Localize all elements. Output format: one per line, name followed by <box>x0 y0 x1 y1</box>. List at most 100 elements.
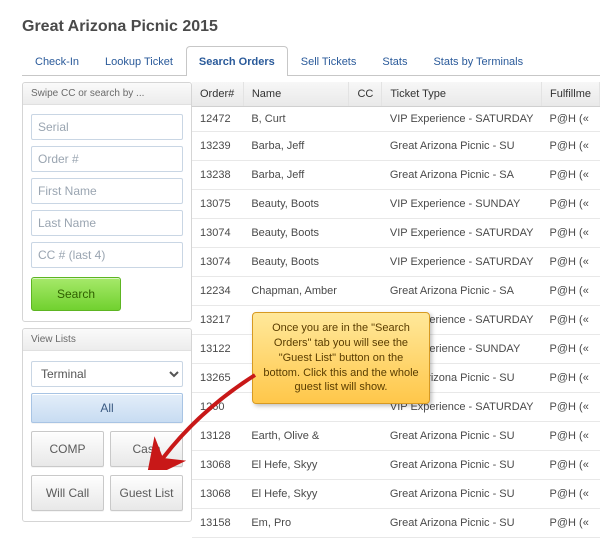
cell-order: 13122 <box>192 335 243 364</box>
cell-fulfill: P@H (« <box>542 422 600 451</box>
cell-order: 13265 <box>192 364 243 393</box>
table-row[interactable]: 12234Chapman, Amber Great Arizona Picnic … <box>192 277 600 306</box>
filter-all-button[interactable]: All <box>31 393 183 423</box>
tab-stats[interactable]: Stats <box>369 46 420 76</box>
cell-order: 12472 <box>192 107 243 132</box>
tab-sell-tickets[interactable]: Sell Tickets <box>288 46 370 76</box>
cell-ticket: Great Arizona Picnic - SU <box>382 451 542 480</box>
cell-name: Beauty, Boots <box>243 219 349 248</box>
cell-cc <box>349 277 382 306</box>
cell-order: 13158 <box>192 509 243 538</box>
cell-cc <box>349 480 382 509</box>
cell-fulfill: P@H (« <box>542 190 600 219</box>
tab-search-orders[interactable]: Search Orders <box>186 46 288 76</box>
cell-order: 13217 <box>192 306 243 335</box>
cell-fulfill: P@H (« <box>542 306 600 335</box>
cell-ticket: Great Arizona Picnic - SU <box>382 509 542 538</box>
tab-stats-by-terminals[interactable]: Stats by Terminals <box>420 46 536 76</box>
column-header-ticket-type[interactable]: Ticket Type <box>382 82 542 107</box>
cc-last4-input[interactable] <box>31 242 183 268</box>
cell-name: Beauty, Boots <box>243 248 349 277</box>
table-row[interactable]: 13238Barba, Jeff Great Arizona Picnic - S… <box>192 161 600 190</box>
page-title: Great Arizona Picnic 2015 <box>22 18 600 36</box>
cell-cc <box>349 451 382 480</box>
cell-fulfill: P@H (« <box>542 161 600 190</box>
view-lists-panel: View Lists Terminal All COMP Cash Will C… <box>22 328 192 522</box>
cell-order: 13074 <box>192 219 243 248</box>
cell-fulfill: P@H (« <box>542 219 600 248</box>
cell-order: 1260 <box>192 393 243 422</box>
cell-fulfill: P@H (« <box>542 393 600 422</box>
table-row[interactable]: 13075Beauty, Boots VIP Experience - SUNDA… <box>192 190 600 219</box>
tab-bar: Check-InLookup TicketSearch OrdersSell T… <box>22 46 600 76</box>
cell-fulfill: P@H (« <box>542 480 600 509</box>
results-table-container: Order# Name CC Ticket Type Fulfillme 124… <box>192 82 600 538</box>
cell-cc <box>349 422 382 451</box>
search-panel: Swipe CC or search by ... Search <box>22 82 192 322</box>
terminal-select[interactable]: Terminal <box>31 361 183 387</box>
cell-cc <box>349 161 382 190</box>
cell-ticket: Great Arizona Picnic - SA <box>382 161 542 190</box>
search-panel-header: Swipe CC or search by ... <box>23 83 191 105</box>
filter-willcall-button[interactable]: Will Call <box>31 475 104 511</box>
cell-order: 13128 <box>192 422 243 451</box>
cell-cc <box>349 509 382 538</box>
cell-fulfill: P@H (« <box>542 277 600 306</box>
view-lists-header: View Lists <box>23 329 191 351</box>
cell-name: Barba, Jeff <box>243 161 349 190</box>
cell-name: Barba, Jeff <box>243 132 349 161</box>
cell-ticket: VIP Experience - SATURDAY <box>382 219 542 248</box>
cell-name: Chapman, Amber <box>243 277 349 306</box>
cell-cc <box>349 248 382 277</box>
table-row[interactable]: 13068El Hefe, SkyyGreat Arizona Picnic -… <box>192 451 600 480</box>
help-callout: Once you are in the "Search Orders" tab … <box>252 312 430 404</box>
cell-order: 13075 <box>192 190 243 219</box>
table-row[interactable]: 12472B, Curt VIP Experience - SATURDAYP@H… <box>192 107 600 132</box>
table-row[interactable]: 13074Beauty, Boots VIP Experience - SATUR… <box>192 219 600 248</box>
cell-ticket: Great Arizona Picnic - SA <box>382 277 542 306</box>
cell-order: 13068 <box>192 480 243 509</box>
cell-name: Earth, Olive & <box>243 422 349 451</box>
cell-fulfill: P@H (« <box>542 451 600 480</box>
column-header-order[interactable]: Order# <box>192 82 243 107</box>
cell-ticket: VIP Experience - SATURDAY <box>382 248 542 277</box>
cell-cc <box>349 190 382 219</box>
cell-cc <box>349 219 382 248</box>
table-row[interactable]: 13239Barba, JeffGreat Arizona Picnic - S… <box>192 132 600 161</box>
cell-order: 12234 <box>192 277 243 306</box>
last-name-input[interactable] <box>31 210 183 236</box>
cell-ticket: VIP Experience - SATURDAY <box>382 107 542 132</box>
cell-name: Beauty, Boots <box>243 190 349 219</box>
table-row[interactable]: 13128Earth, Olive & Great Arizona Picnic … <box>192 422 600 451</box>
cell-name: Em, Pro <box>243 509 349 538</box>
cell-name: B, Curt <box>243 107 349 132</box>
serial-input[interactable] <box>31 114 183 140</box>
cell-ticket: Great Arizona Picnic - SU <box>382 422 542 451</box>
cell-ticket: Great Arizona Picnic - SU <box>382 480 542 509</box>
cell-ticket: VIP Experience - SUNDAY <box>382 190 542 219</box>
filter-guestlist-button[interactable]: Guest List <box>110 475 183 511</box>
table-row[interactable]: 13158Em, Pro Great Arizona Picnic - SUP@H… <box>192 509 600 538</box>
cell-order: 13238 <box>192 161 243 190</box>
search-button[interactable]: Search <box>31 277 121 311</box>
cell-name: El Hefe, Skyy <box>243 480 349 509</box>
filter-cash-button[interactable]: Cash <box>110 431 183 467</box>
column-header-cc[interactable]: CC <box>349 82 382 107</box>
cell-fulfill: P@H (« <box>542 364 600 393</box>
table-row[interactable]: 13074Beauty, BootsVIP Experience - SATUR… <box>192 248 600 277</box>
table-row[interactable]: 13068El Hefe, Skyy Great Arizona Picnic -… <box>192 480 600 509</box>
cell-fulfill: P@H (« <box>542 107 600 132</box>
cell-ticket: Great Arizona Picnic - SU <box>382 132 542 161</box>
cell-fulfill: P@H (« <box>542 335 600 364</box>
first-name-input[interactable] <box>31 178 183 204</box>
tab-check-in[interactable]: Check-In <box>22 46 92 76</box>
cell-fulfill: P@H (« <box>542 509 600 538</box>
cell-fulfill: P@H (« <box>542 132 600 161</box>
column-header-name[interactable]: Name <box>243 82 349 107</box>
column-header-fulfillment[interactable]: Fulfillme <box>542 82 600 107</box>
cell-cc <box>349 107 382 132</box>
filter-comp-button[interactable]: COMP <box>31 431 104 467</box>
order-number-input[interactable] <box>31 146 183 172</box>
tab-lookup-ticket[interactable]: Lookup Ticket <box>92 46 186 76</box>
orders-table: Order# Name CC Ticket Type Fulfillme 124… <box>192 82 600 538</box>
